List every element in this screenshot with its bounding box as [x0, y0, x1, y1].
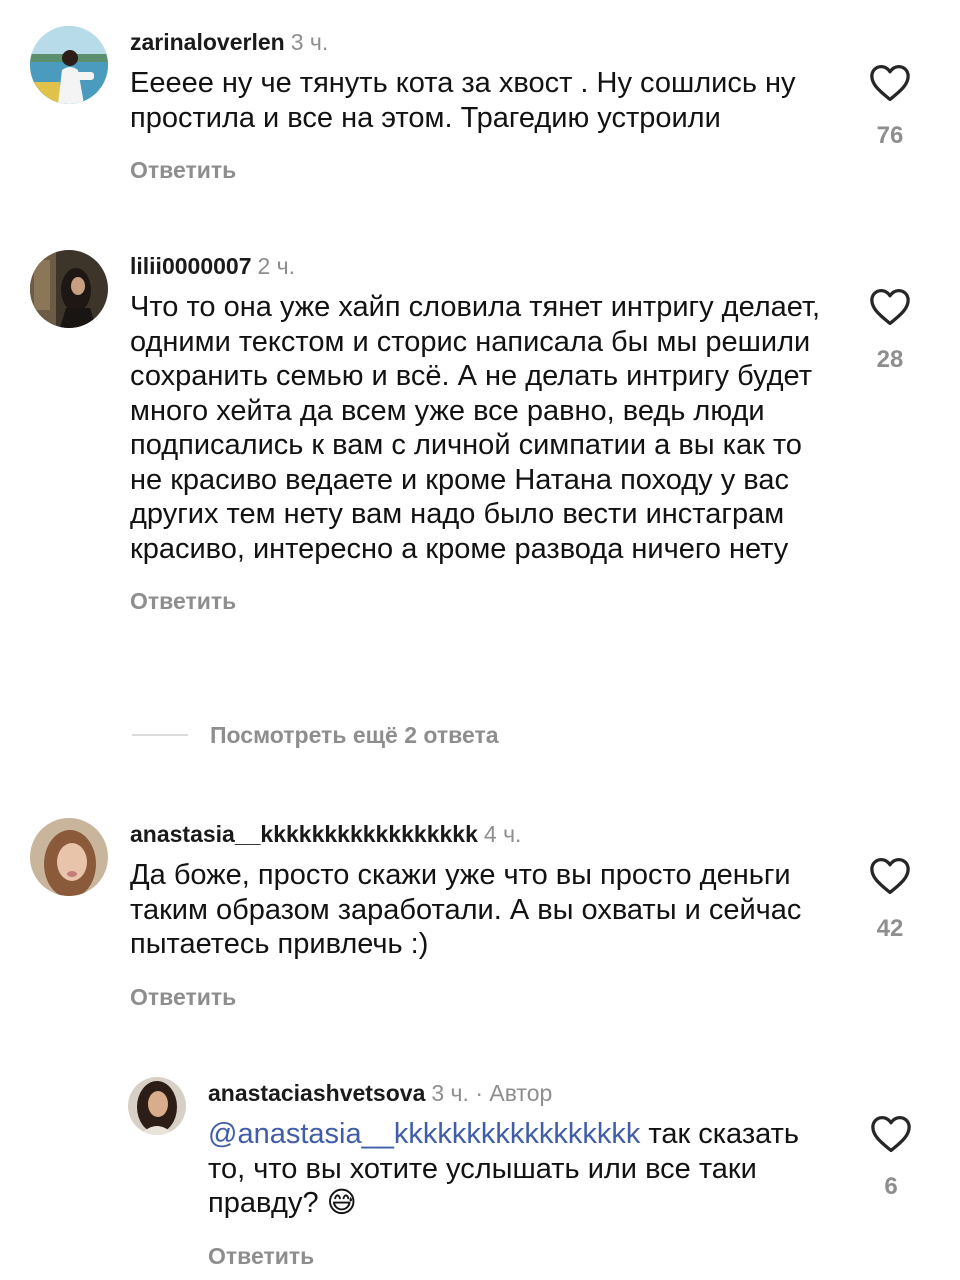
avatar[interactable] [30, 818, 108, 896]
like-button[interactable]: 76 [860, 64, 920, 150]
timestamp: 4 ч. [483, 821, 522, 847]
avatar[interactable] [30, 250, 108, 328]
mention-link[interactable]: @anastasia__kkkkkkkkkkkkkkkkk [208, 1118, 640, 1150]
comment-text: Да боже, просто скажи уже что вы просто … [130, 859, 802, 960]
like-button[interactable]: 6 [861, 1115, 921, 1201]
heart-icon [871, 1115, 911, 1153]
like-count: 42 [876, 915, 904, 942]
emoji: 😅 [326, 1187, 357, 1219]
timestamp: 2 ч. [257, 253, 296, 279]
comment-text: @anastasia__kkkkkkkkkkkkkkkkk так сказат… [208, 1117, 830, 1221]
avatar[interactable] [30, 26, 108, 104]
heart-icon [870, 64, 910, 102]
like-count: 6 [884, 1173, 898, 1200]
like-button[interactable]: 42 [860, 857, 920, 943]
like-count: 76 [876, 122, 904, 149]
reply-button[interactable]: Ответить [130, 157, 830, 184]
username[interactable]: anastasia__kkkkkkkkkkkkkkkkk [130, 821, 478, 847]
like-button[interactable]: 28 [860, 288, 920, 374]
comment-text: Ееееe ну че тянуть кота за хвост . Ну со… [130, 67, 796, 134]
avatar[interactable] [128, 1077, 186, 1135]
reply-button[interactable]: Ответить [208, 1243, 830, 1270]
view-more-replies-button[interactable]: Посмотреть ещё 2 ответа [132, 720, 499, 750]
heart-icon [870, 857, 910, 895]
divider [132, 734, 188, 736]
username[interactable]: zarinaloverlen [130, 29, 285, 55]
username[interactable]: anastaciashvetsova [208, 1080, 425, 1106]
reply-button[interactable]: Ответить [130, 588, 830, 615]
username[interactable]: lilii0000007 [130, 253, 252, 279]
author-badge: Автор [489, 1080, 553, 1106]
like-count: 28 [876, 346, 904, 373]
timestamp: 3 ч. [290, 29, 329, 55]
comment-text: Что то она уже хайп словила тянет интриг… [130, 291, 821, 565]
timestamp: 3 ч. [431, 1080, 469, 1106]
reply-button[interactable]: Ответить [130, 984, 830, 1011]
heart-icon [870, 288, 910, 326]
view-more-label: Посмотреть ещё 2 ответа [210, 721, 499, 748]
separator: · [475, 1080, 483, 1106]
